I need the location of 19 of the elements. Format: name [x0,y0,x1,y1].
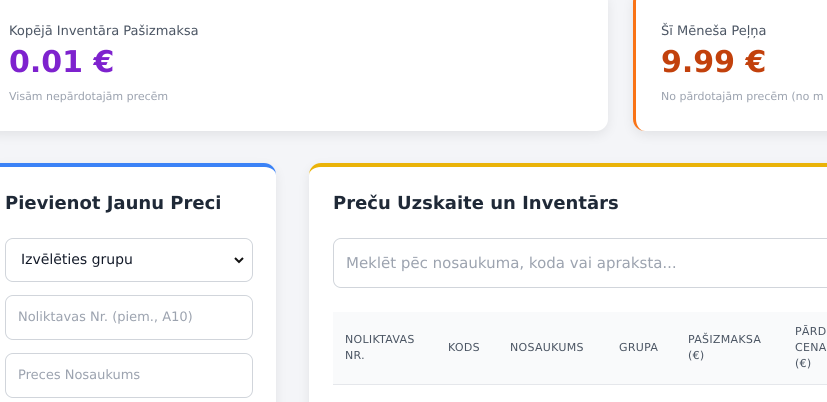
column-header[interactable]: NOSAUKUMS [498,312,607,384]
stat-note: No pārdotajām precēm (no m [661,90,825,103]
chevron-down-icon [234,256,244,264]
column-header[interactable]: PĀRD CENA (€) [783,312,827,384]
input-field[interactable]: Noliktavas Nr. (piem., A10) [5,295,253,340]
group-select[interactable]: Izvēlēties grupu [5,238,253,282]
column-header[interactable]: PAŠIZMAKSA (€) [676,312,783,384]
stat-title: Šī Mēneša Peļņa [661,24,768,39]
stat-value: 0.01 € [9,45,116,80]
stat-title: Kopējā Inventāra Pašizmaksa [9,24,200,39]
search-field[interactable]: Meklēt pēc nosaukuma, koda vai apraksta... [333,238,827,288]
stat-value: 9.99 € [661,45,768,80]
column-header[interactable]: KODS [436,312,498,384]
stat-note: Visām nepārdotajām precēm [9,90,170,103]
column-header[interactable]: NOLIKTAVAS NR. [333,312,436,384]
panel-title: Preču Uzskaite un Inventārs [333,193,620,214]
panel-title: Pievienot Jaunu Preci [5,193,222,214]
input-field[interactable]: Preces Nosaukums [5,353,253,398]
column-header[interactable]: GRUPA [607,312,676,384]
